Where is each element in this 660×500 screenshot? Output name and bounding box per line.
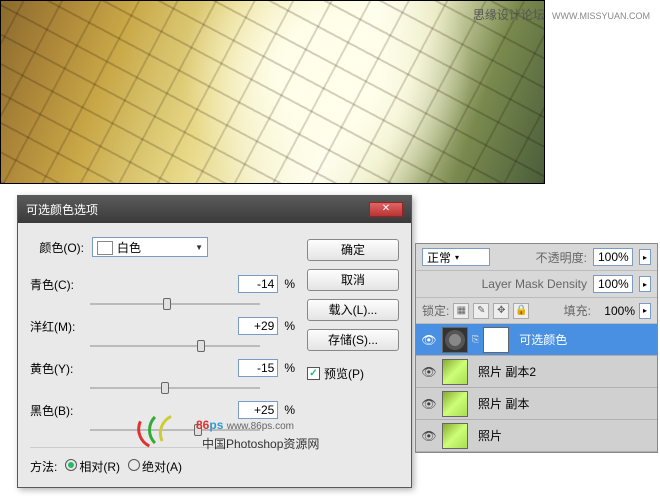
layers-panel: 正常▾ 不透明度: 100% ▸ Layer Mask Density 100%…: [415, 243, 658, 453]
method-relative-radio[interactable]: 相对(R): [65, 458, 120, 475]
preview-label: 预览(P): [324, 365, 364, 382]
slider-value-input[interactable]: [238, 359, 278, 377]
fill-flyout-icon[interactable]: ▸: [639, 303, 651, 319]
color-swatch-icon: [97, 241, 113, 255]
layer-row[interactable]: 👁 照片 副本2: [416, 356, 657, 388]
layer-row[interactable]: 👁 照片 副本: [416, 388, 657, 420]
divider: [30, 447, 295, 448]
visibility-eye-icon[interactable]: 👁: [420, 363, 438, 381]
slider-track[interactable]: [90, 297, 260, 311]
radio-off-icon: [128, 459, 140, 471]
lock-label: 锁定:: [422, 302, 449, 319]
lock-position-icon[interactable]: ✥: [493, 303, 509, 319]
slider-label: 黄色(Y):: [30, 360, 90, 377]
dialog-title: 可选颜色选项: [26, 201, 98, 218]
density-flyout-icon[interactable]: ▸: [639, 276, 651, 292]
mask-thumb-icon: [483, 327, 509, 353]
opacity-input[interactable]: 100%: [593, 248, 633, 266]
layer-row[interactable]: 👁 ⎘ 可选颜色: [416, 324, 657, 356]
checkbox-checked-icon: ✓: [307, 367, 320, 380]
colors-dropdown[interactable]: 白色 ▼: [92, 237, 208, 257]
lock-transparency-icon[interactable]: ▦: [453, 303, 469, 319]
close-icon[interactable]: ✕: [369, 202, 403, 217]
percent-label: %: [284, 277, 295, 291]
selected-color: 白色: [117, 241, 141, 255]
chevron-down-icon: ▼: [195, 243, 203, 252]
layer-name: 照片: [478, 427, 502, 444]
cancel-button[interactable]: 取消: [307, 269, 399, 291]
colors-label: 颜色(O):: [30, 239, 84, 256]
radio-on-icon: [65, 459, 77, 471]
slider-thumb-icon[interactable]: [197, 340, 205, 352]
lock-paint-icon[interactable]: ✎: [473, 303, 489, 319]
ok-button[interactable]: 确定: [307, 239, 399, 261]
layer-list: 👁 ⎘ 可选颜色 👁 照片 副本2 👁 照片 副本 👁 照片: [416, 324, 657, 452]
document-canvas[interactable]: [0, 0, 545, 184]
slider-track[interactable]: [90, 381, 260, 395]
slider-value-input[interactable]: [238, 317, 278, 335]
dialog-titlebar[interactable]: 可选颜色选项 ✕: [18, 196, 411, 223]
save-button[interactable]: 存储(S)...: [307, 329, 399, 351]
visibility-eye-icon[interactable]: 👁: [420, 395, 438, 413]
fill-input[interactable]: 100%: [595, 304, 635, 318]
percent-label: %: [284, 403, 295, 417]
layer-thumb-icon: [442, 423, 468, 449]
adjustment-thumb-icon: [442, 327, 468, 353]
preview-checkbox[interactable]: ✓ 预览(P): [307, 365, 399, 382]
layer-thumb-icon: [442, 359, 468, 385]
slider-thumb-icon[interactable]: [163, 298, 171, 310]
method-absolute-radio[interactable]: 绝对(A): [128, 458, 182, 475]
slider-thumb-icon[interactable]: [194, 424, 202, 436]
slider-label: 青色(C):: [30, 276, 90, 293]
slider-label: 黑色(B):: [30, 402, 90, 419]
percent-label: %: [284, 361, 295, 375]
visibility-eye-icon[interactable]: 👁: [420, 331, 438, 349]
density-input[interactable]: 100%: [593, 275, 633, 293]
slider-thumb-icon[interactable]: [161, 382, 169, 394]
blend-mode-dropdown[interactable]: 正常▾: [422, 248, 490, 266]
lock-all-icon[interactable]: 🔒: [513, 303, 529, 319]
layer-row[interactable]: 👁 照片: [416, 420, 657, 452]
method-label: 方法:: [30, 458, 57, 475]
watermark: 思缘设计论坛 WWW.MISSYUAN.COM: [473, 6, 650, 23]
slider-value-input[interactable]: [238, 275, 278, 293]
load-button[interactable]: 载入(L)...: [307, 299, 399, 321]
link-icon: ⎘: [472, 334, 479, 345]
slider-value-input[interactable]: [238, 401, 278, 419]
layer-name: 照片 副本2: [478, 363, 536, 380]
visibility-eye-icon[interactable]: 👁: [420, 427, 438, 445]
slider-track[interactable]: [90, 423, 260, 437]
opacity-label: 不透明度:: [536, 249, 587, 266]
layer-thumb-icon: [442, 391, 468, 417]
watermark-url: WWW.MISSYUAN.COM: [552, 11, 650, 21]
opacity-flyout-icon[interactable]: ▸: [639, 249, 651, 265]
layer-name: 可选颜色: [519, 331, 567, 348]
slider-track[interactable]: [90, 339, 260, 353]
chevron-down-icon: ▾: [455, 253, 459, 262]
fill-label: 填充:: [564, 302, 591, 319]
density-label: Layer Mask Density: [482, 277, 587, 291]
percent-label: %: [284, 319, 295, 333]
slider-label: 洋红(M):: [30, 318, 90, 335]
selective-color-dialog: 可选颜色选项 ✕ 颜色(O): 白色 ▼ 青色(C): % 洋红(M): % 黄…: [17, 195, 412, 488]
layer-name: 照片 副本: [478, 395, 529, 412]
watermark-text: 思缘设计论坛: [473, 8, 545, 22]
